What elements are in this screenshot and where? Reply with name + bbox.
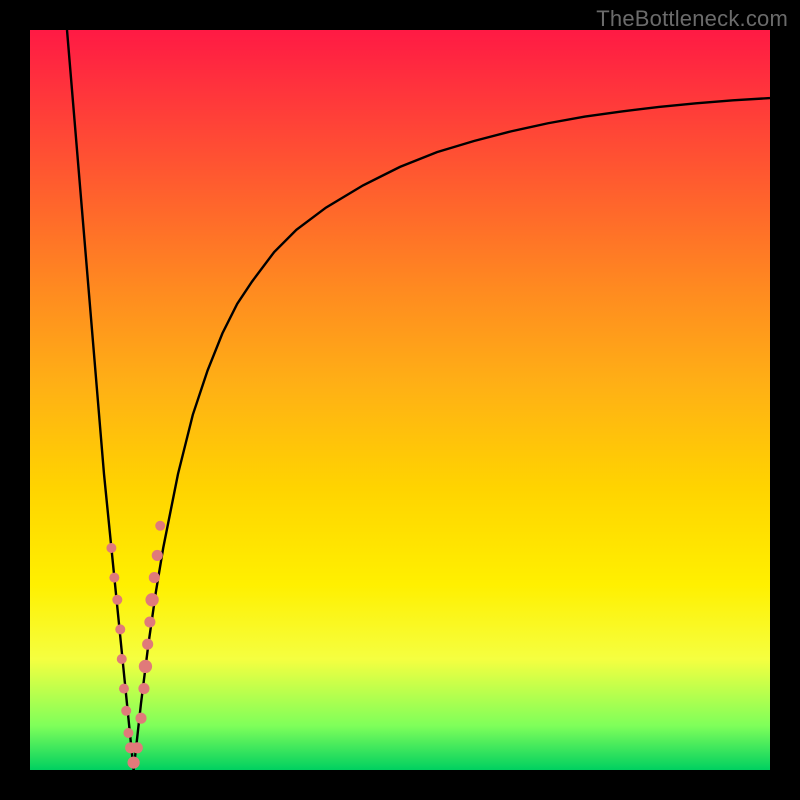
curve-right-branch (134, 98, 770, 770)
data-marker (121, 706, 131, 716)
data-marker (152, 550, 163, 561)
data-marker (132, 742, 143, 753)
data-marker (112, 595, 122, 605)
data-marker (149, 572, 160, 583)
data-marker (144, 616, 155, 627)
attribution-label: TheBottleneck.com (596, 6, 788, 32)
data-marker (142, 639, 153, 650)
data-marker (139, 660, 152, 673)
plot-area (30, 30, 770, 770)
data-marker (115, 624, 125, 634)
data-marker (119, 684, 129, 694)
data-marker (117, 654, 127, 664)
data-marker (135, 713, 146, 724)
data-marker (106, 543, 116, 553)
data-marker (127, 756, 139, 768)
data-marker (138, 683, 149, 694)
data-marker (109, 573, 119, 583)
data-markers (106, 521, 165, 769)
chart-svg (30, 30, 770, 770)
data-marker (155, 521, 165, 531)
chart-frame: TheBottleneck.com (0, 0, 800, 800)
data-marker (145, 593, 158, 606)
data-marker (123, 728, 133, 738)
